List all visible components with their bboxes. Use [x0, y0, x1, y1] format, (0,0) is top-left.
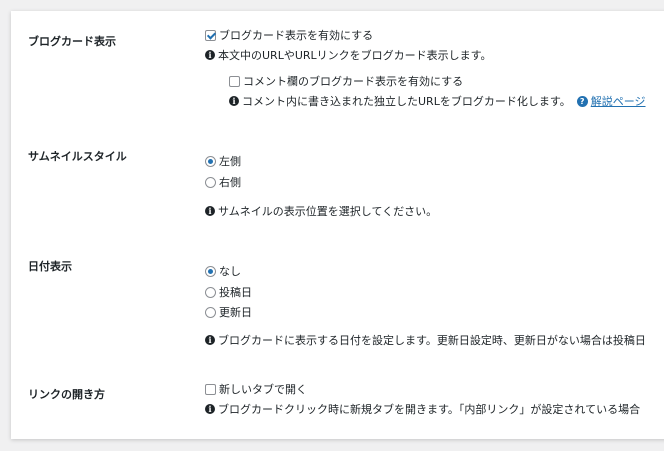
- thumbnail-help-text: サムネイルの表示位置を選択してください。: [218, 205, 438, 218]
- date-option-posted[interactable]: 投稿日: [205, 284, 252, 300]
- blogcard-label: ブログカード表示: [28, 35, 116, 48]
- comment-blogcard-checkbox[interactable]: [229, 75, 240, 87]
- date-updated-label: 更新日: [219, 306, 252, 319]
- date-none-label: なし: [219, 265, 241, 278]
- date-option-updated[interactable]: 更新日: [205, 304, 252, 320]
- comment-blogcard-help: i コメント内に書き込まれた独立したURLをブログカード化します。 ? 解説ペー…: [229, 93, 646, 109]
- settings-panel: ブログカード表示 ブログカード表示を有効にする i 本文中のURLやURLリンク…: [11, 11, 664, 439]
- thumbnail-option-left[interactable]: 左側: [205, 153, 241, 169]
- comment-blogcard-help-text: コメント内に書き込まれた独立したURLをブログカード化します。: [242, 95, 571, 108]
- blogcard-enable-option[interactable]: ブログカード表示を有効にする: [205, 27, 373, 43]
- comment-blogcard-option[interactable]: コメント欄のブログカード表示を有効にする: [229, 73, 463, 89]
- date-label: 日付表示: [28, 260, 72, 273]
- date-option-none[interactable]: なし: [205, 263, 241, 279]
- new-tab-help-text: ブログカードクリック時に新規タブを開きます。「内部リンク」が設定されている場合: [218, 403, 641, 416]
- info-icon: i: [205, 206, 215, 216]
- thumbnail-right-radio[interactable]: [205, 176, 216, 188]
- blogcard-enable-label: ブログカード表示を有効にする: [219, 29, 374, 42]
- info-icon: i: [205, 50, 215, 60]
- blogcard-enable-help-text: 本文中のURLやURLリンクをブログカード表示します。: [218, 49, 492, 62]
- comment-blogcard-label: コメント欄のブログカード表示を有効にする: [243, 75, 464, 88]
- new-tab-checkbox[interactable]: [205, 383, 216, 395]
- thumbnail-right-label: 右側: [219, 176, 241, 189]
- blogcard-enable-help: i 本文中のURLやURLリンクをブログカード表示します。: [205, 47, 492, 63]
- info-icon: i: [205, 404, 215, 414]
- blogcard-enable-checkbox[interactable]: [205, 29, 216, 41]
- thumbnail-help: i サムネイルの表示位置を選択してください。: [205, 203, 437, 219]
- thumbnail-label: サムネイルスタイル: [28, 150, 127, 163]
- help-icon[interactable]: ?: [576, 95, 588, 107]
- thumbnail-option-right[interactable]: 右側: [205, 174, 241, 190]
- date-updated-radio[interactable]: [205, 306, 216, 318]
- date-posted-label: 投稿日: [219, 286, 252, 299]
- date-help-text: ブログカードに表示する日付を設定します。更新日設定時、更新日がない場合は投稿日: [218, 334, 646, 347]
- date-posted-radio[interactable]: [205, 286, 216, 298]
- info-icon: i: [205, 335, 215, 345]
- link-open-label: リンクの開き方: [28, 388, 105, 401]
- new-tab-help: i ブログカードクリック時に新規タブを開きます。「内部リンク」が設定されている場…: [205, 401, 640, 417]
- new-tab-label: 新しいタブで開く: [219, 383, 307, 396]
- date-help: i ブログカードに表示する日付を設定します。更新日設定時、更新日がない場合は投稿…: [205, 332, 646, 348]
- new-tab-option[interactable]: 新しいタブで開く: [205, 381, 307, 397]
- info-icon: i: [229, 96, 239, 106]
- thumbnail-left-label: 左側: [219, 155, 241, 168]
- explanation-page-link[interactable]: 解説ページ: [591, 93, 646, 109]
- thumbnail-left-radio[interactable]: [205, 155, 216, 167]
- date-none-radio[interactable]: [205, 265, 216, 277]
